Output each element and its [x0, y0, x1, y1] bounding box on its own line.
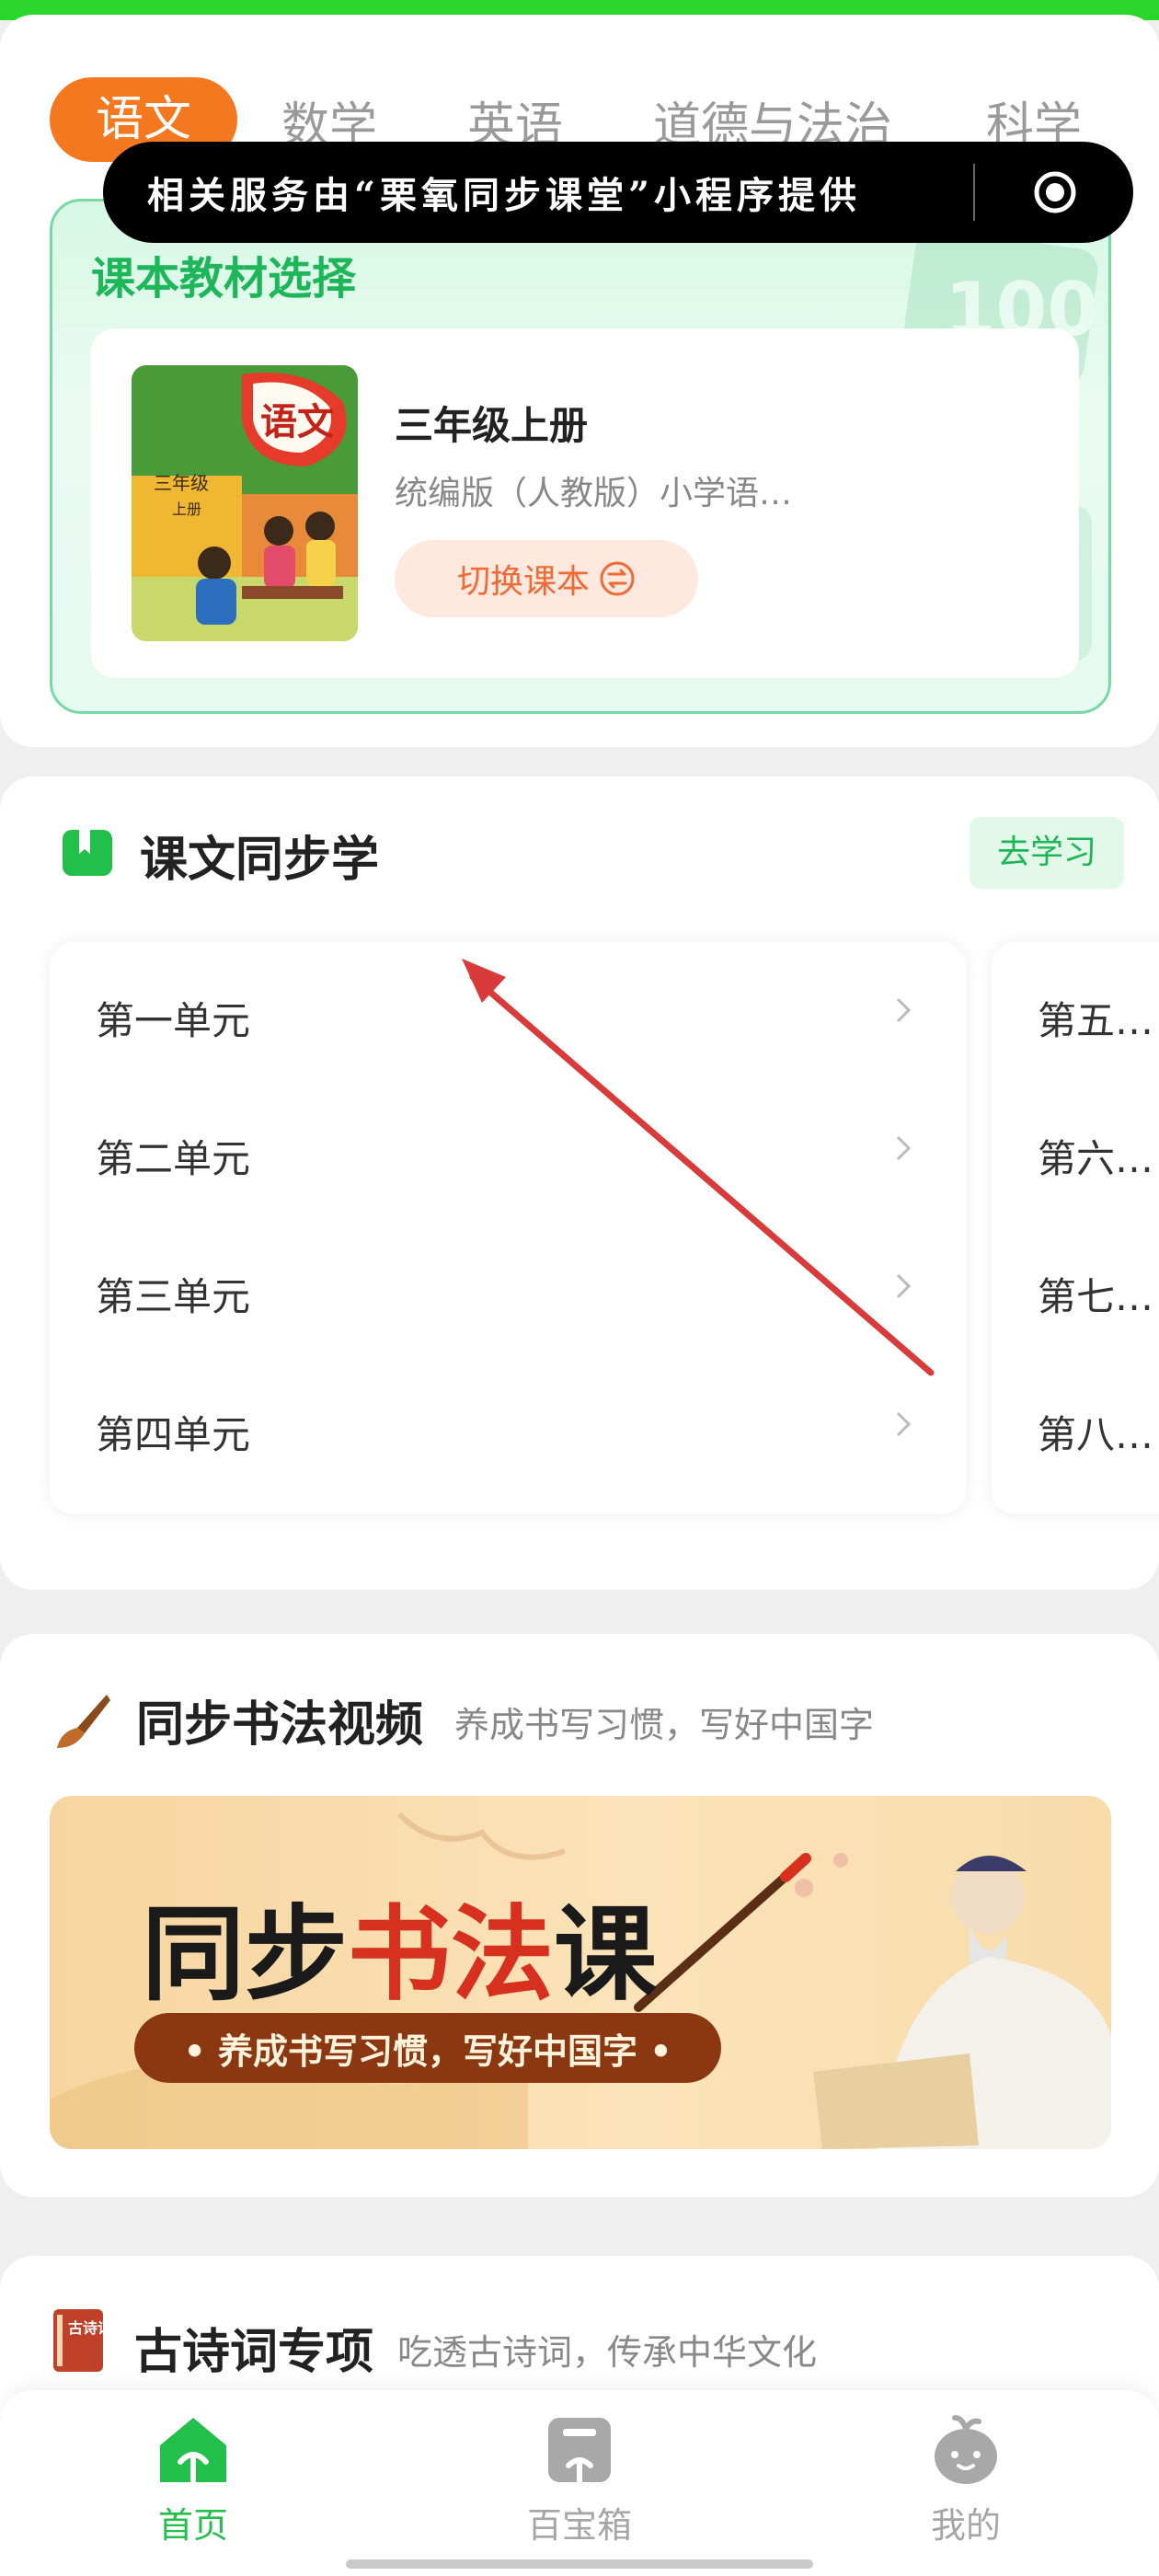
poetry-icon-label: 古诗词 [68, 2319, 105, 2337]
mini-program-notice: 相关服务由“栗氧同步课堂”小程序提供 [147, 174, 862, 217]
textbook-card: 语文 数学 英语 道德与法治 科学 100 课本教材选择 语文 三年级 上册 三… [0, 15, 1159, 747]
unit-row[interactable]: 第五… [992, 942, 1159, 1080]
unit-label: 第五… [1038, 998, 1154, 1043]
book-open-icon [63, 830, 112, 876]
treasure-box-icon [548, 2418, 611, 2485]
unit-label: 第二单元 [96, 1136, 251, 1181]
unit-label: 第七… [1038, 1274, 1154, 1319]
banner-headline-highlight: 书法 [348, 1894, 554, 2015]
poetry-subtitle: 吃透古诗词，传承中华文化 [397, 2332, 818, 2373]
nav-treasure-box[interactable]: 百宝箱 [488, 2414, 671, 2561]
unit-label: 第一单元 [96, 998, 251, 1043]
swap-icon [600, 561, 635, 596]
unit-label: 第三单元 [96, 1274, 251, 1319]
banner-headline: 同步书法课 [142, 1871, 657, 2020]
switch-textbook-button[interactable]: 切换课本 [395, 540, 698, 617]
cover-grade-text: 三年级 [154, 472, 209, 494]
calligraphy-banner[interactable]: 同步书法课 • 养成书写习惯，写好中国字 • [50, 1796, 1111, 2149]
banner-headline-part: 同步 [142, 1894, 348, 2015]
book-edition: 统编版（人教版）小学语… [395, 475, 793, 512]
unit-list-panel-next: 第五… 第六… 第七… 第八… [992, 942, 1159, 1514]
unit-label: 第六… [1038, 1136, 1154, 1181]
banner-slogan: • 养成书写习惯，写好中国字 • [134, 2013, 721, 2083]
nav-label: 首页 [157, 2505, 228, 2546]
unit-row[interactable]: 第八… [992, 1356, 1159, 1494]
chevron-right-icon [896, 1411, 912, 1437]
cover-title-text: 语文 [260, 400, 334, 443]
nav-label: 百宝箱 [526, 2505, 632, 2546]
banner-headline-part: 课 [554, 1894, 657, 2015]
poetry-title: 古诗词专项 [134, 2325, 374, 2380]
current-textbook[interactable]: 语文 三年级 上册 三年级上册 统编版（人教版）小学语… 切换课本 [91, 328, 1079, 678]
unit-row[interactable]: 第六… [992, 1080, 1159, 1218]
textbook-section-title: 课本教材选择 [91, 253, 357, 305]
unit-row[interactable]: 第七… [992, 1218, 1159, 1356]
bottom-navigation: 首页 百宝箱 我的 [0, 2390, 1159, 2576]
calligraphy-subtitle: 养成书写习惯，写好中国字 [454, 1705, 875, 1745]
unit-label: 第八… [1038, 1412, 1154, 1457]
book-cover-image: 语文 三年级 上册 [132, 365, 358, 641]
lesson-section-title: 课文同步学 [140, 833, 380, 888]
poetry-book-icon: 古诗词 [53, 2309, 105, 2372]
banner-divider [973, 164, 975, 221]
switch-textbook-label: 切换课本 [456, 563, 590, 601]
textbook-selection-box: 100 课本教材选择 语文 三年级 上册 三年级上册 统编版（人教版）小学语… … [50, 199, 1111, 714]
target-icon[interactable] [1032, 169, 1078, 215]
calligraphy-title: 同步书法视频 [136, 1697, 424, 1753]
nav-home[interactable]: 首页 [101, 2414, 285, 2561]
book-grade-title: 三年级上册 [395, 403, 589, 448]
calligraphy-card: 同步书法视频 养成书写习惯，写好中国字 同步书法课 • 养成书写习惯，写好中国字… [0, 1634, 1159, 2197]
nav-profile[interactable]: 我的 [874, 2414, 1058, 2561]
home-indicator-bar [346, 2559, 813, 2569]
home-icon [160, 2418, 226, 2485]
cover-volume-text: 上册 [172, 500, 201, 518]
brush-icon [57, 1695, 110, 1748]
go-study-button[interactable]: 去学习 [970, 817, 1124, 889]
mini-program-banner: 相关服务由“栗氧同步课堂”小程序提供 [103, 142, 1133, 243]
nav-label: 我的 [930, 2505, 1001, 2546]
profile-icon [935, 2415, 997, 2484]
annotation-arrow [462, 959, 935, 1376]
unit-label: 第四单元 [96, 1412, 251, 1457]
